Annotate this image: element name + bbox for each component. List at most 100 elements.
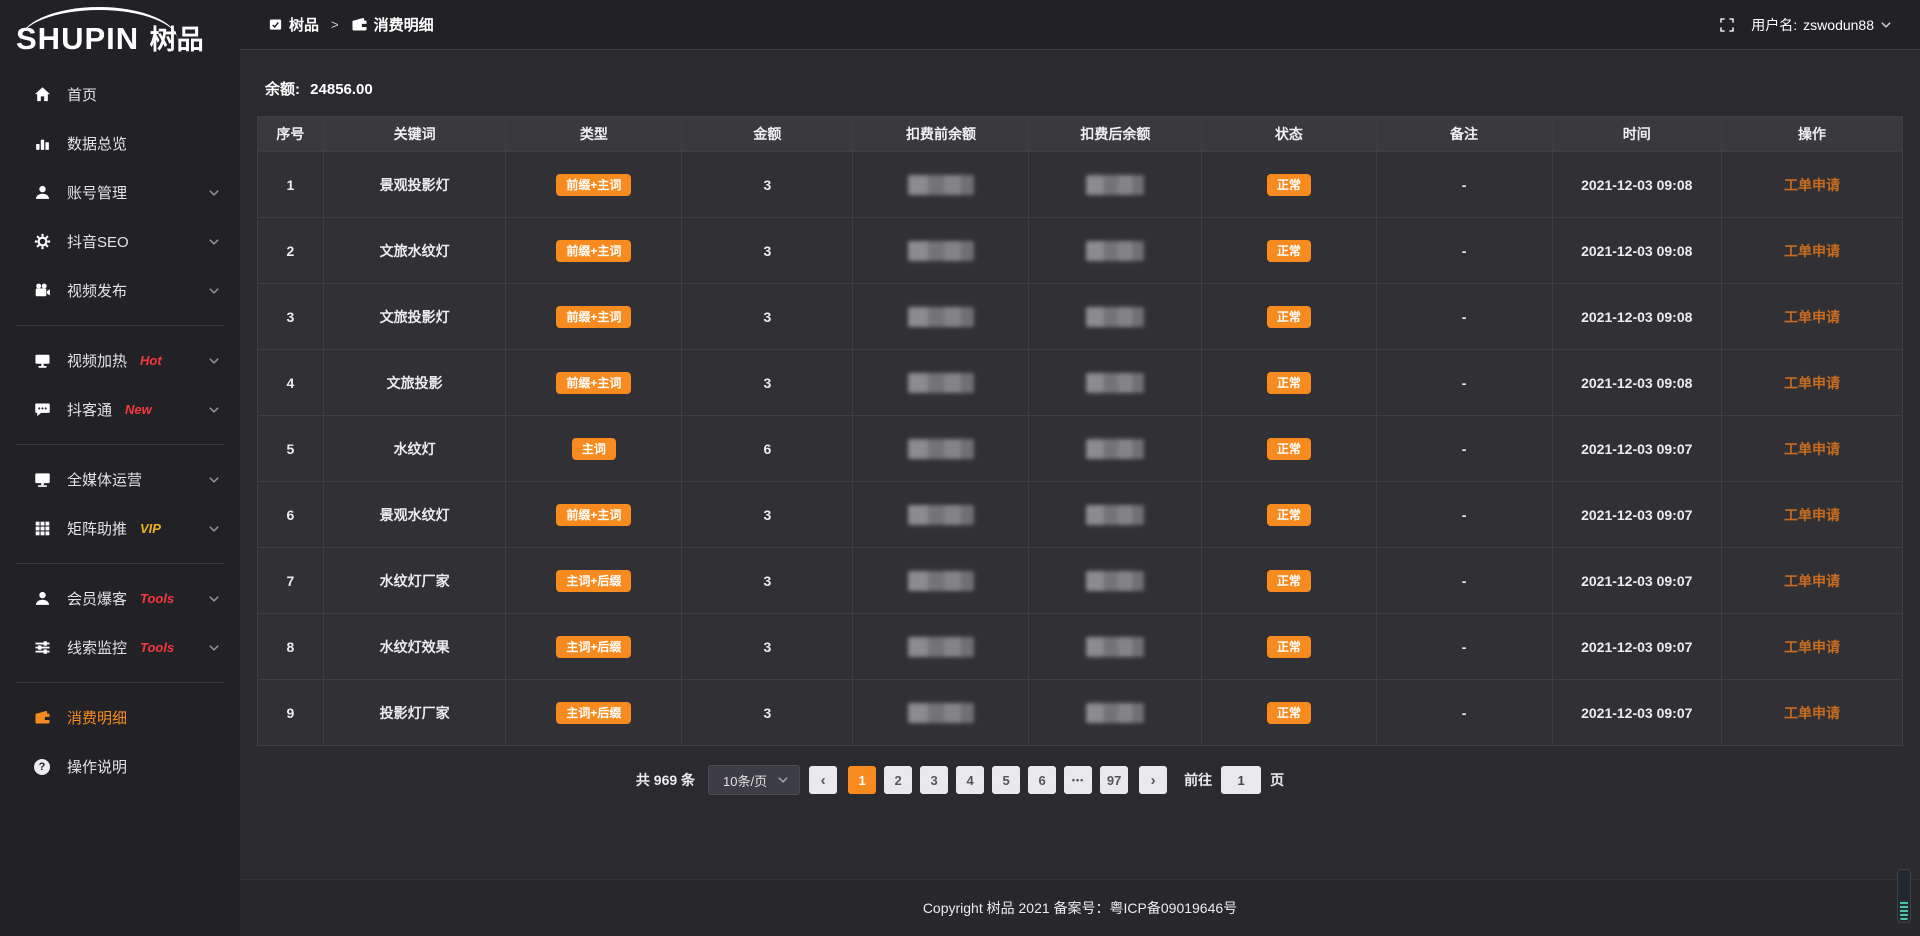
work-order-link[interactable]: 工单申请 [1784,177,1840,193]
sidebar-item-douketong[interactable]: 抖客通New [0,385,240,434]
goto-page-input[interactable] [1221,766,1261,794]
type-badge: 前缀+主词 [556,240,631,262]
sidebar-item-label: 操作说明 [67,756,127,777]
column-header: 类型 [506,117,682,152]
user-menu[interactable]: 用户名: zswodun88 [1751,15,1892,35]
page-button-3[interactable]: 3 [920,766,948,794]
table-row: 5水纹灯主词6正常-2021-12-03 09:07工单申请 [258,416,1903,482]
page-button-97[interactable]: 97 [1100,766,1128,794]
sidebar-item-label: 会员爆客 [67,588,127,609]
index-cell: 1 [258,152,324,218]
balance-after-cell [1029,614,1202,680]
fullscreen-icon[interactable] [1719,17,1735,33]
status-badge: 正常 [1267,174,1311,196]
type-badge: 前缀+主词 [556,306,631,328]
breadcrumb-home[interactable]: 树品 [268,14,319,35]
prev-page-button[interactable]: ‹ [809,766,837,794]
status-cell: 正常 [1202,416,1376,482]
sidebar-item-label: 全媒体运营 [67,469,142,490]
page-button-6[interactable]: 6 [1028,766,1056,794]
balance-before-cell [853,350,1029,416]
redacted-value [908,175,974,195]
column-header: 关键词 [323,117,506,152]
index-cell: 4 [258,350,324,416]
work-order-link[interactable]: 工单申请 [1784,375,1840,391]
next-page-button[interactable]: › [1139,766,1167,794]
status-badge: 正常 [1267,504,1311,526]
balance-label: 余额: [265,81,300,98]
topbar: 树品 > 消费明细 用户名: zswodun88 [240,0,1920,50]
redacted-value [908,241,974,261]
work-order-link[interactable]: 工单申请 [1784,639,1840,655]
sidebar-item-video-heat[interactable]: 视频加热Hot [0,336,240,385]
sidebar-divider [16,682,224,683]
username-label: 用户名: [1751,15,1797,35]
page-size-value: 10条/页 [723,771,767,790]
page-size-select[interactable]: 10条/页 [708,765,800,795]
table-row: 8水纹灯效果主词+后缀3正常-2021-12-03 09:07工单申请 [258,614,1903,680]
time-cell: 2021-12-03 09:08 [1552,284,1721,350]
chevron-down-icon [208,523,220,535]
sidebar-item-label: 线索监控 [67,637,127,658]
remark-cell: - [1376,284,1552,350]
sidebar-nav: 首页数据总览账号管理抖音SEO视频发布视频加热Hot抖客通New 全媒体运营矩阵助… [0,64,240,791]
remark-cell: - [1376,350,1552,416]
scroll-widget[interactable] [1897,869,1911,923]
sidebar-item-badge: New [125,402,152,417]
work-order-link[interactable]: 工单申请 [1784,705,1840,721]
time-cell: 2021-12-03 09:07 [1552,482,1721,548]
time-cell: 2021-12-03 09:07 [1552,614,1721,680]
sidebar-item-clue-monitor[interactable]: 线索监控Tools [0,623,240,672]
sidebar-item-account-manage[interactable]: 账号管理 [0,168,240,217]
sidebar: SHUPIN 树品 首页数据总览账号管理抖音SEO视频发布视频加热Hot抖客通N… [0,0,240,936]
sidebar-item-douyin-seo[interactable]: 抖音SEO [0,217,240,266]
logo-arc [20,7,178,41]
keyword-cell: 水纹灯厂家 [323,548,506,614]
chevron-down-icon [777,774,789,786]
work-order-link[interactable]: 工单申请 [1784,573,1840,589]
sidebar-item-consumption-detail[interactable]: 消费明细 [0,693,240,742]
work-order-link[interactable]: 工单申请 [1784,507,1840,523]
sidebar-item-media-operation[interactable]: 全媒体运营 [0,455,240,504]
balance-after-cell [1029,416,1202,482]
sidebar-item-video-publish[interactable]: 视频发布 [0,266,240,315]
sidebar-item-matrix-boost[interactable]: 矩阵助推VIP [0,504,240,553]
balance-before-cell [853,548,1029,614]
chevron-down-icon [208,355,220,367]
sidebar-item-data-overview[interactable]: 数据总览 [0,119,240,168]
sidebar-divider [16,325,224,326]
balance-value: 24856.00 [310,81,373,98]
page-button-4[interactable]: 4 [956,766,984,794]
action-cell: 工单申请 [1721,152,1902,218]
scroll-widget-stripes [1900,900,1908,920]
page-button-2[interactable]: 2 [884,766,912,794]
breadcrumb-separator: > [327,17,343,32]
redacted-value [1086,571,1144,591]
balance-after-cell [1029,482,1202,548]
username: zswodun88 [1803,17,1874,33]
redacted-value [908,373,974,393]
keyword-cell: 水纹灯 [323,416,506,482]
pagination: 共 969 条 10条/页 ‹ 123456•••97 › 前往 页 [137,765,1783,795]
page-button-5[interactable]: 5 [992,766,1020,794]
redacted-value [1086,241,1144,261]
work-order-link[interactable]: 工单申请 [1784,243,1840,259]
type-badge: 前缀+主词 [556,372,631,394]
work-order-link[interactable]: 工单申请 [1784,441,1840,457]
sidebar-item-home[interactable]: 首页 [0,70,240,119]
index-cell: 6 [258,482,324,548]
screen-icon [34,352,52,369]
sidebar-item-label: 矩阵助推 [67,518,127,539]
amount-cell: 3 [682,350,853,416]
sidebar-divider [16,444,224,445]
work-order-link[interactable]: 工单申请 [1784,309,1840,325]
sidebar-item-badge: Hot [140,353,162,368]
redacted-value [908,505,974,525]
redacted-value [1086,373,1144,393]
redacted-value [1086,307,1144,327]
page-button-1[interactable]: 1 [848,766,876,794]
page-ellipsis-button[interactable]: ••• [1064,766,1092,794]
keyword-cell: 文旅投影灯 [323,284,506,350]
redacted-value [908,307,974,327]
sidebar-item-member-baoke[interactable]: 会员爆客Tools [0,574,240,623]
